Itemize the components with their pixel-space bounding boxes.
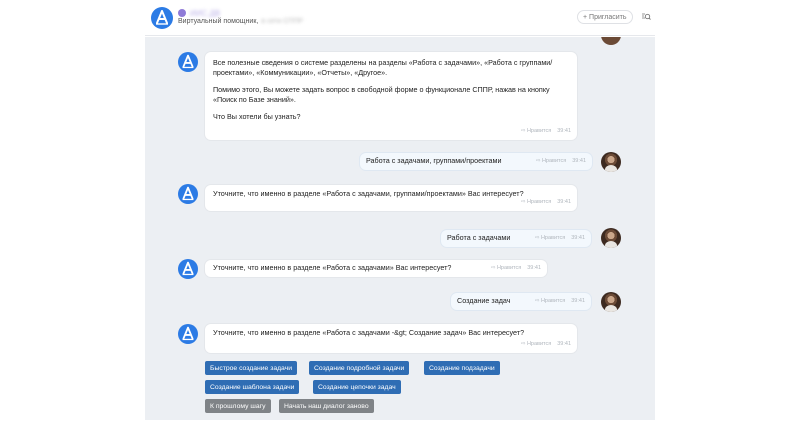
bot-logo-icon <box>182 326 194 341</box>
like-button[interactable]: ⇨ Нравится <box>521 128 551 134</box>
message-text: Работа с задачами, группами/проектами <box>366 156 502 165</box>
bot-message: Уточните, что именно в разделе «Работа с… <box>205 324 577 353</box>
user-avatar <box>601 292 621 312</box>
invite-button[interactable]: + Пригласить <box>577 10 633 24</box>
bot-subtitle: Виртуальный помощник, в сети СППР <box>178 18 303 25</box>
user-message: Работа с задачами ⇨ Нравится 39:41 <box>441 230 591 247</box>
bot-logo-icon <box>182 261 194 276</box>
message-text: Уточните, что именно в разделе «Работа с… <box>213 328 525 337</box>
message-time: 39:41 <box>571 298 585 305</box>
bot-logo-icon <box>182 54 194 69</box>
bot-message: Уточните, что именно в разделе «Работа с… <box>205 185 577 211</box>
bot-avatar <box>178 324 198 344</box>
message-meta: ⇨ Нравится 39:41 <box>521 199 571 207</box>
bot-message: Уточните, что именно в разделе «Работа с… <box>205 260 547 277</box>
bot-logo-icon <box>156 10 168 25</box>
like-button[interactable]: ⇨ Нравится <box>536 158 566 164</box>
like-button[interactable]: ⇨ Нравится <box>521 199 551 205</box>
quick-reply-subtask-button[interactable]: Создание подзадачи <box>424 361 500 375</box>
bot-avatar <box>178 184 198 204</box>
chat-app: ИИС.ДВ Виртуальный помощник, в сети СППР … <box>145 0 655 440</box>
message-meta: ⇨ Нравится 39:41 <box>521 341 571 349</box>
message-meta: ⇨ Нравится 39:41 <box>536 158 586 166</box>
bot-message: Все полезные сведения о системе разделен… <box>205 52 577 140</box>
message-text: Работа с задачами <box>447 233 511 242</box>
like-button[interactable]: ⇨ Нравится <box>521 341 551 347</box>
bot-subtitle-hidden: в сети СППР <box>261 18 304 25</box>
bot-avatar <box>178 259 198 279</box>
back-step-button[interactable]: К прошлому шагу <box>205 399 271 413</box>
message-text: Уточните, что именно в разделе «Работа с… <box>213 263 452 272</box>
restart-dialog-button[interactable]: Начать наш диалог заново <box>279 399 374 413</box>
message-text: Уточните, что именно в разделе «Работа с… <box>213 189 524 198</box>
chat-messages[interactable]: Все полезные сведения о системе разделен… <box>145 37 655 420</box>
search-icon[interactable] <box>639 10 653 24</box>
message-text: Создание задач <box>457 296 511 305</box>
user-message: Создание задач ⇨ Нравится 39:41 <box>451 293 591 310</box>
bot-name: ИИС.ДВ <box>190 8 221 18</box>
message-time: 39:41 <box>557 128 571 135</box>
message-meta: ⇨ Нравится 39:41 <box>535 298 585 306</box>
message-time: 39:41 <box>527 265 541 272</box>
user-avatar <box>601 152 621 172</box>
like-button[interactable]: ⇨ Нравится <box>535 235 565 241</box>
message-time: 39:41 <box>572 158 586 165</box>
bot-logo-icon <box>182 186 194 201</box>
quick-reply-quick-task-button[interactable]: Быстрое создание задачи <box>205 361 298 375</box>
bot-subtitle-text: Виртуальный помощник, <box>178 18 259 25</box>
user-message: Работа с задачами, группами/проектами ⇨ … <box>360 153 592 170</box>
message-meta: ⇨ Нравится 39:41 <box>535 235 585 243</box>
message-paragraph: Помимо этого, Вы можете задать вопрос в … <box>213 84 550 104</box>
user-avatar <box>601 37 621 45</box>
status-dot-icon <box>178 9 186 17</box>
message-paragraph: Что Вы хотели бы узнать? <box>213 111 301 121</box>
message-meta: ⇨ Нравится 39:41 <box>491 265 541 273</box>
bot-avatar[interactable] <box>151 7 173 29</box>
message-time: 39:41 <box>571 235 585 242</box>
bot-name-row: ИИС.ДВ <box>178 8 220 18</box>
like-button[interactable]: ⇨ Нравится <box>491 265 521 271</box>
quick-reply-task-chain-button[interactable]: Создание цепочки задач <box>313 380 401 394</box>
message-time: 39:41 <box>557 199 571 206</box>
chat-header: ИИС.ДВ Виртуальный помощник, в сети СППР … <box>145 0 655 36</box>
user-avatar <box>601 228 621 248</box>
bot-avatar <box>178 52 198 72</box>
like-button[interactable]: ⇨ Нравится <box>535 298 565 304</box>
quick-reply-task-template-button[interactable]: Создание шаблона задачи <box>205 380 300 394</box>
message-meta: ⇨ Нравится 39:41 <box>521 128 571 136</box>
message-time: 39:41 <box>557 341 571 348</box>
message-paragraph: Все полезные сведения о системе разделен… <box>213 58 553 77</box>
quick-reply-detailed-task-button[interactable]: Создание подробной задачи <box>309 361 410 375</box>
